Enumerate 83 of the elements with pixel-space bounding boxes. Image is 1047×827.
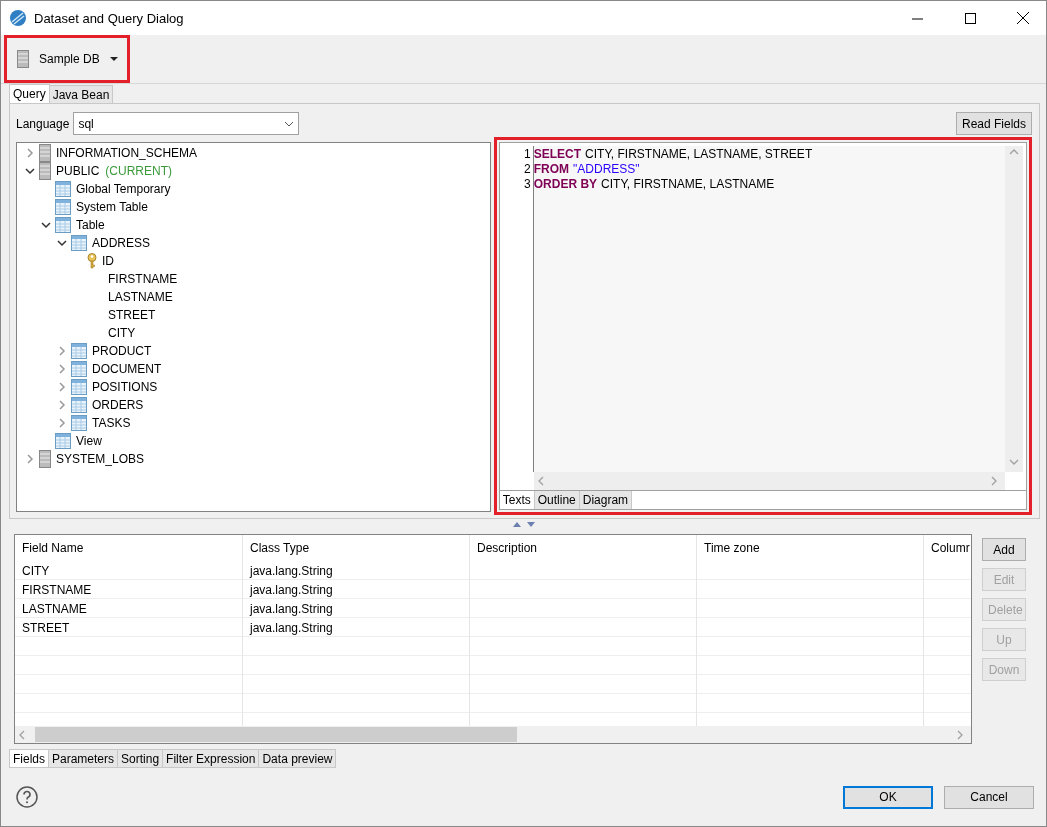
tree-item[interactable]: System Table [76,200,148,214]
column-header[interactable]: Columr [924,535,971,561]
table-cell-text: STREET [21,619,71,637]
database-icon [39,450,51,468]
horizontal-scrollbar[interactable] [15,726,971,743]
cancel-button[interactable]: Cancel [944,785,1034,809]
tree-item[interactable]: ID [102,254,114,268]
tree-item[interactable]: SYSTEM_LOBS [56,452,145,466]
tree-item[interactable]: CITY [108,326,136,340]
tree-item[interactable]: PUBLIC [56,164,100,178]
tab[interactable]: Sorting [117,749,164,768]
expand-chevron-icon[interactable] [26,454,34,464]
tree-item[interactable]: DOCUMENT [92,362,162,376]
tab[interactable]: Java Bean [48,85,114,103]
data-source-dropdown[interactable]: Sample DB [7,38,127,80]
table-icon [71,415,87,431]
line-number: 2 [524,162,532,177]
table-icon [71,361,87,377]
tab[interactable]: Diagram [579,491,633,509]
tab[interactable]: Filter Expression [162,749,260,768]
current-label: (CURRENT) [105,164,172,178]
help-icon[interactable] [16,786,38,808]
table-icon [71,397,87,413]
table-icon [55,217,71,233]
tab[interactable]: Parameters [48,749,119,768]
tree-item[interactable]: POSITIONS [92,380,158,394]
tab[interactable]: Query [9,84,50,103]
tree-item[interactable]: ORDERS [92,398,144,412]
table-cell-text: LASTNAME [21,600,88,618]
close-icon[interactable] [1017,12,1029,24]
tree-item[interactable]: View [76,434,102,448]
table-icon [71,235,87,251]
maximize-icon[interactable] [964,12,976,24]
tree-item[interactable]: Table [76,218,105,232]
table-icon [55,199,71,215]
window-title: Dataset and Query Dialog [34,10,185,26]
key-icon [87,253,97,269]
language-combo[interactable]: sql [73,112,300,135]
language-label: Language [16,116,70,131]
code-line: SELECT CITY, FIRSTNAME, LASTNAME, STREET [533,147,814,162]
column-header[interactable]: Description [470,535,697,561]
horizontal-scrollbar[interactable] [533,472,1005,490]
database-icon [39,162,51,180]
tab[interactable]: Outline [534,491,580,509]
dropdown-caret-icon [109,57,118,61]
table-cell-text: java.lang.String [248,562,334,580]
table-cell-text: java.lang.String [248,581,334,599]
chevron-down-icon[interactable] [284,120,295,127]
column-header[interactable]: Class Type [243,535,470,561]
column-header[interactable]: Field Name [15,535,243,561]
app-logo-icon [9,9,27,27]
tab[interactable]: Data preview [258,749,337,768]
tree-item[interactable]: FIRSTNAME [108,272,178,286]
table-cell-text: java.lang.String [248,619,334,637]
tab[interactable]: Fields [9,749,49,768]
side-button[interactable]: Add [982,538,1026,561]
tree-item[interactable]: INFORMATION_SCHEMA [56,146,198,160]
table-icon [55,433,71,449]
column-header[interactable]: Time zone [697,535,924,561]
table-icon [71,343,87,359]
sash-arrows-icon[interactable] [512,521,535,527]
line-number: 1 [524,147,532,162]
tree-item[interactable]: STREET [108,308,156,322]
table-cell-text: CITY [21,562,51,580]
table-cell-text: java.lang.String [248,600,334,618]
code-line: FROM "ADDRESS" [533,162,641,177]
sql-editor[interactable]: 1 2 3 SELECT CITY, FIRSTNAME, LASTNAME, STREET FROM "ADDRESS" ORDER BY CITY, FIRSTNAME, LASTNAME Texts Outline Diagram [498,142,1027,510]
tree-item[interactable]: ADDRESS [92,236,150,250]
table-cell-text: FIRSTNAME [21,581,93,599]
read-fields-button[interactable]: Read Fields [955,112,1032,135]
table-icon [55,181,71,197]
expand-chevron-icon[interactable] [26,148,34,158]
code-line: ORDER BY CITY, FIRSTNAME, LASTNAME [533,177,776,192]
ok-button[interactable]: OK [843,785,933,809]
line-number: 3 [524,177,532,192]
tree-item[interactable]: Global Temporary [76,182,171,196]
tree-item[interactable]: PRODUCT [92,344,152,358]
vertical-scrollbar[interactable] [1005,146,1023,472]
tree-item[interactable]: LASTNAME [108,290,173,304]
database-icon [17,50,29,68]
tree-item[interactable]: TASKS [92,416,131,430]
collapse-chevron-icon[interactable] [25,167,35,175]
table-icon [71,379,87,395]
